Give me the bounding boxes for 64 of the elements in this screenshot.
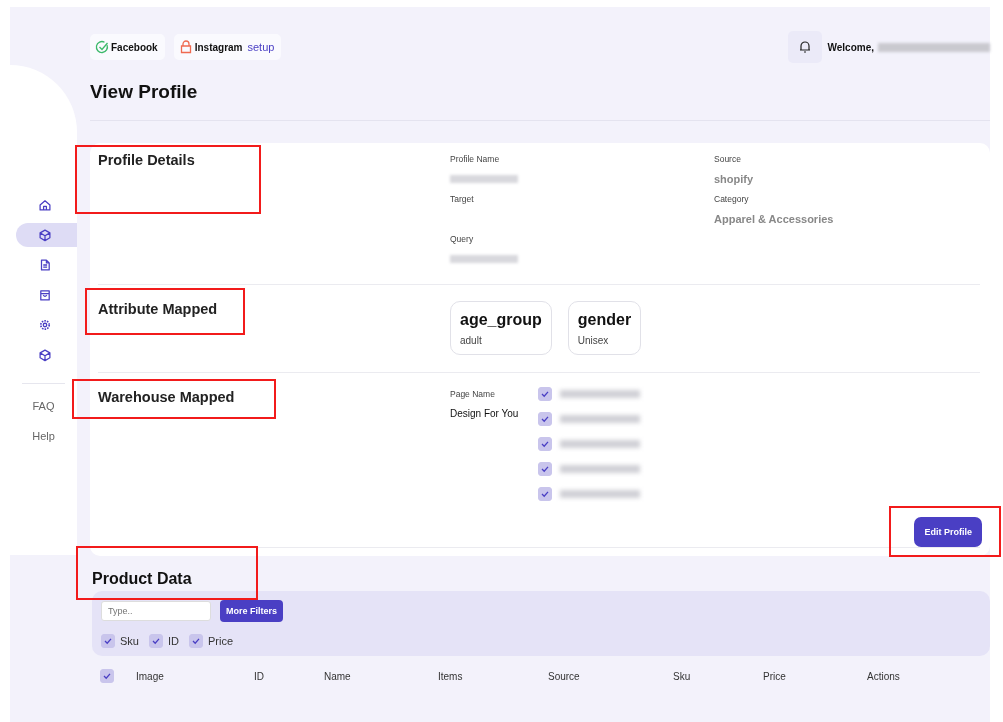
gear-icon: [38, 318, 52, 332]
checkbox[interactable]: [538, 387, 552, 401]
checkbox[interactable]: [188, 634, 203, 648]
section-heading: Warehouse Mapped: [98, 389, 235, 405]
channel-badge[interactable]: Instagram setup: [173, 34, 282, 60]
bag-icon: [38, 288, 52, 302]
more-filters-button[interactable]: More Filters: [220, 600, 283, 622]
edit-profile-button[interactable]: Edit Profile: [914, 517, 982, 547]
check-icon: [103, 636, 113, 646]
welcome-text: Welcome,: [827, 41, 874, 53]
column-header: Source: [548, 670, 581, 682]
column-header: Items: [438, 670, 464, 682]
sidebar-link[interactable]: FAQ: [10, 396, 77, 420]
field-label: Profile Name: [450, 154, 501, 164]
checkbox[interactable]: [538, 437, 552, 451]
section-heading: Profile Details: [98, 152, 195, 168]
column-header: ID: [254, 670, 265, 682]
attribute-name: age_group: [460, 311, 542, 329]
checkbox[interactable]: [148, 634, 163, 648]
checkbox[interactable]: [101, 634, 115, 648]
sidebar-item[interactable]: [16, 223, 77, 247]
sidebar-link[interactable]: Help: [10, 426, 77, 450]
cube-icon: [38, 348, 52, 362]
lock-icon: [178, 40, 193, 54]
check-icon: [150, 636, 161, 646]
check-icon: [540, 464, 550, 474]
checkbox[interactable]: [100, 669, 114, 683]
column-header: Sku: [673, 670, 692, 682]
search-field[interactable]: Type..: [101, 601, 211, 621]
section-heading: Attribute Mapped: [98, 301, 218, 317]
channel-badge[interactable]: Facebook: [90, 34, 165, 60]
check-icon: [540, 489, 550, 499]
field-label: Category: [714, 194, 750, 204]
column-header: Image: [136, 670, 165, 682]
toggle-label: Sku: [120, 635, 139, 647]
page-name: Design For You: [450, 408, 520, 419]
field-label: Page Name: [450, 389, 496, 399]
checkbox[interactable]: [538, 487, 552, 501]
cube-icon: [38, 228, 52, 242]
document-icon: [38, 258, 52, 272]
check-icon: [190, 636, 201, 646]
column-header: Name: [324, 670, 352, 682]
field-label: Query: [450, 234, 475, 244]
field-label: Target: [450, 194, 475, 204]
attribute-value: adult: [460, 335, 483, 346]
check-icon: [540, 389, 550, 399]
column-header: Actions: [867, 670, 901, 682]
check-icon: [102, 671, 112, 681]
section-heading: Product Data: [92, 570, 192, 588]
column-header: Price: [763, 670, 787, 682]
page-title: View Profile: [90, 81, 199, 103]
checkbox[interactable]: [538, 462, 552, 476]
toggle-label: ID: [167, 635, 179, 647]
attribute-name: gender: [577, 311, 632, 329]
bell-icon: [797, 40, 812, 54]
check-icon: [540, 439, 550, 449]
attribute-value: Unisex: [577, 335, 610, 346]
checkbox[interactable]: [538, 412, 552, 426]
check-icon: [540, 414, 550, 424]
home-icon: [38, 198, 52, 212]
check-circle-icon: [95, 40, 109, 54]
toggle-label: Price: [207, 635, 234, 647]
notification-button[interactable]: [787, 31, 822, 63]
field-label: Source: [714, 154, 742, 164]
